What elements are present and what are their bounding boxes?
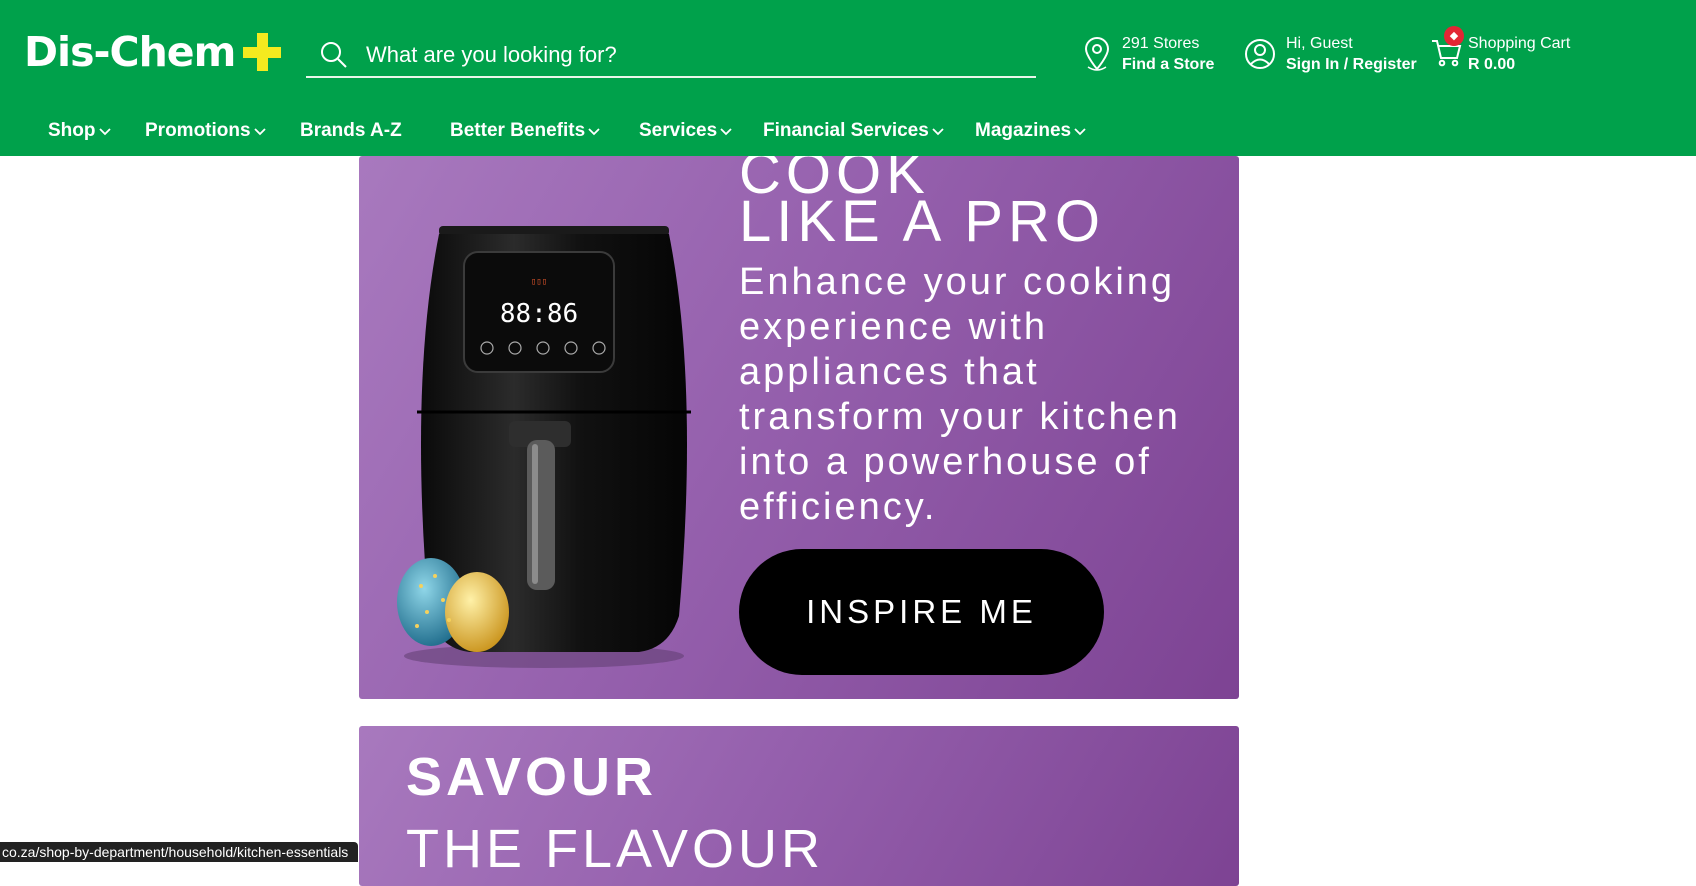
site-header: Dis-Chem 291 Stores Find a Store Hi, Gue… [0,0,1696,106]
nav-financial-services-label: Financial Services [763,120,929,141]
nav-brands-label: Brands A-Z [300,120,402,141]
sign-in-register-link[interactable]: Sign In / Register [1286,54,1417,75]
location-pin-icon [1084,37,1110,71]
banner2-heading-word1: SAVOUR [406,747,658,807]
find-store-label: Find a Store [1122,56,1215,73]
nav-promotions-label: Promotions [145,120,251,141]
cart-label: Shopping Cart [1468,35,1571,52]
banner-copy-line: efficiency. [739,486,938,528]
banner-copy-line: appliances that [739,351,1040,393]
main-nav: Shop Promotions Brands A-Z Better Benefi… [0,106,1696,156]
svg-text:▯▯▯: ▯▯▯ [531,277,547,287]
account-link[interactable]: Hi, Guest Sign In / Register [1244,33,1417,75]
search-icon[interactable] [320,41,348,69]
status-bar-url: co.za/shop-by-department/household/kitch… [0,842,359,862]
fryer-display-time: 88:86 [500,299,578,329]
chevron-down-icon [588,128,600,136]
air-fryer-image: 88:86 ▯▯▯ [397,226,691,668]
nav-shop-label: Shop [48,120,96,141]
banner-copy-line: Enhance your cooking [739,261,1176,303]
nav-financial-services[interactable]: Financial Services [763,106,944,156]
banner-heading: LIKE A PRO [739,189,1105,254]
banner-copy-line: experience with [739,306,1049,348]
nav-better-benefits-label: Better Benefits [450,120,586,141]
nav-services[interactable]: Services [639,106,732,156]
banner-copy-line: transform your kitchen [739,396,1181,438]
chevron-down-icon [98,128,111,136]
chevron-down-icon [932,128,944,136]
nav-brands-a-z[interactable]: Brands A-Z [300,106,402,156]
banner2-heading-word2: THE FLAVOUR [406,819,825,879]
chevron-down-icon [253,128,266,136]
savour-the-flavour-banner[interactable]: SAVOUR THE FLAVOUR [359,726,1239,886]
cart-icon-wrap: ◆ [1430,25,1464,73]
chevron-down-icon [720,128,732,136]
nav-magazines[interactable]: Magazines [975,106,1086,156]
nav-shop[interactable]: Shop [48,106,111,156]
user-icon [1245,39,1275,69]
nav-magazines-label: Magazines [975,120,1072,141]
nav-services-label: Services [639,120,718,141]
search-bar[interactable] [306,34,1036,78]
banner-copy: Enhance your cooking experience with app… [739,260,1239,530]
search-input[interactable] [364,41,988,69]
stores-count: 291 Stores [1122,35,1200,52]
find-store-link[interactable]: 291 Stores Find a Store [1082,33,1214,75]
shopping-cart-link[interactable]: ◆ Shopping Cart R 0.00 [1430,25,1571,75]
inspire-me-button[interactable]: INSPIRE ME [739,549,1104,675]
plus-cross-icon [243,33,282,71]
cook-like-a-pro-banner[interactable]: 88:86 ▯▯▯ COOK LIKE A PRO Enhance your c… [359,156,1239,699]
dis-chem-logo[interactable]: Dis-Chem [24,24,282,80]
chevron-down-icon [1074,128,1086,136]
greeting-text: Hi, Guest [1286,35,1353,52]
cart-badge-icon: ◆ [1444,25,1464,46]
logo-text: Dis-Chem [24,28,236,76]
banner-copy-line: into a powerhouse of [739,441,1152,483]
nav-promotions[interactable]: Promotions [145,106,266,156]
nav-better-benefits[interactable]: Better Benefits [450,106,600,156]
cart-total: R 0.00 [1468,56,1516,73]
